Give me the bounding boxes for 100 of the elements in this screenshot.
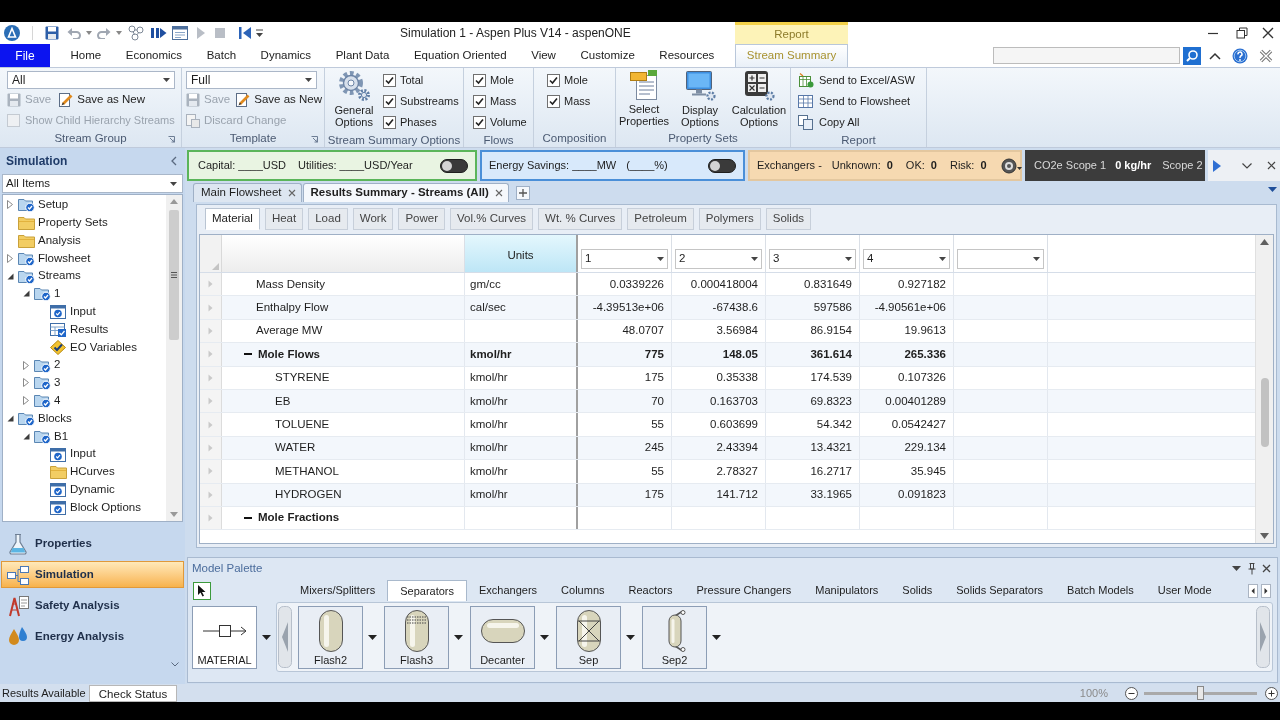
display-options-button[interactable]: Display Options bbox=[672, 68, 728, 131]
document-tab[interactable]: Main Flowsheet bbox=[193, 183, 302, 202]
caret-icon[interactable] bbox=[939, 257, 946, 261]
ribbon-tab[interactable]: Home bbox=[66, 44, 106, 67]
stream-group-dropdown[interactable]: All bbox=[7, 71, 175, 89]
restore-icon[interactable] bbox=[1236, 27, 1248, 39]
ribbon-tab[interactable]: Customize bbox=[576, 44, 639, 67]
toggle-switch[interactable] bbox=[440, 158, 468, 173]
customize-caret-icon[interactable] bbox=[256, 29, 263, 37]
pin-icon[interactable] bbox=[1248, 562, 1256, 575]
scrollbar-thumb[interactable] bbox=[169, 210, 179, 340]
caret-down-icon[interactable] bbox=[6, 272, 14, 280]
close-icon[interactable] bbox=[1267, 161, 1276, 170]
caret-down-icon[interactable] bbox=[6, 414, 14, 422]
chevron-down-icon[interactable] bbox=[171, 662, 179, 667]
ribbon-tab[interactable]: Dynamics bbox=[256, 44, 316, 67]
tree-item[interactable]: 4 bbox=[54, 392, 61, 410]
caret-icon[interactable] bbox=[163, 78, 170, 82]
save-icon[interactable] bbox=[45, 26, 59, 40]
collapse-panel-icon[interactable] bbox=[170, 156, 177, 166]
palette-tab[interactable]: Mixers/Splitters bbox=[288, 580, 388, 601]
pointer-icon[interactable] bbox=[193, 582, 211, 600]
caret-icon[interactable] bbox=[626, 634, 635, 640]
tree-item[interactable]: 3 bbox=[54, 374, 61, 392]
result-tab[interactable]: Vol.% Curves bbox=[450, 208, 534, 230]
palette-item[interactable]: Decanter bbox=[470, 605, 535, 669]
caret-right-icon[interactable] bbox=[23, 378, 29, 388]
slider-thumb[interactable] bbox=[1197, 685, 1204, 700]
caret-icon[interactable] bbox=[751, 257, 758, 261]
caret-icon[interactable] bbox=[170, 181, 177, 186]
stream-dropdown[interactable]: 3 bbox=[769, 249, 856, 269]
tree-item[interactable]: Blocks bbox=[38, 409, 72, 428]
close-tab-icon[interactable] bbox=[287, 189, 296, 197]
caret-icon[interactable] bbox=[540, 634, 549, 640]
checkbox[interactable] bbox=[473, 116, 486, 129]
step-icon[interactable] bbox=[150, 25, 167, 41]
palette-item[interactable]: Sep bbox=[556, 605, 621, 669]
scroll-right-icon[interactable] bbox=[1213, 159, 1221, 172]
network-icon[interactable] bbox=[128, 25, 144, 41]
document-tab[interactable]: Results Summary - Streams (All) bbox=[302, 183, 509, 202]
app-logo-icon[interactable] bbox=[4, 25, 20, 41]
ribbon-tab[interactable]: Economics bbox=[121, 44, 187, 67]
caret-icon[interactable] bbox=[712, 634, 721, 640]
result-tab[interactable]: Petroleum bbox=[627, 208, 694, 230]
save-as-new-button[interactable]: Save as New bbox=[236, 90, 322, 109]
tree-item[interactable]: 2 bbox=[54, 356, 61, 374]
reset-icon[interactable] bbox=[239, 26, 251, 40]
scroll-left-icon[interactable] bbox=[1248, 584, 1258, 598]
chevron-down-icon[interactable] bbox=[1242, 162, 1252, 169]
checkbox[interactable] bbox=[547, 74, 560, 87]
palette-tab[interactable]: Solids bbox=[890, 580, 945, 601]
dialog-launcher-icon[interactable] bbox=[168, 136, 175, 143]
tree-item[interactable]: EO Variables bbox=[70, 338, 137, 356]
check-status-button[interactable]: Check Status bbox=[89, 685, 177, 702]
close-tab-icon[interactable] bbox=[494, 189, 503, 197]
caret-right-icon[interactable] bbox=[7, 253, 13, 263]
palette-tab[interactable]: Columns bbox=[549, 580, 617, 601]
palette-tab[interactable]: Exchangers bbox=[467, 580, 550, 601]
tab-list-caret-icon[interactable] bbox=[1268, 187, 1277, 192]
caret-icon[interactable] bbox=[657, 257, 664, 261]
palette-tab[interactable]: Batch Models bbox=[1055, 580, 1146, 601]
palette-item[interactable]: Flash3 bbox=[384, 605, 449, 669]
zoom-out-icon[interactable] bbox=[1125, 686, 1138, 700]
result-tab[interactable]: Heat bbox=[264, 208, 304, 230]
gauge-dropdown-icon[interactable] bbox=[1000, 157, 1023, 174]
stream-dropdown[interactable]: 1 bbox=[581, 249, 668, 269]
select-properties-button[interactable]: Select Properties bbox=[616, 68, 672, 131]
result-tab[interactable]: Load bbox=[308, 208, 348, 230]
checkbox[interactable] bbox=[473, 74, 486, 87]
tree-item[interactable]: Dynamic bbox=[70, 481, 115, 499]
tree-item[interactable]: Input bbox=[70, 303, 96, 321]
tree-item[interactable]: Block Options bbox=[70, 498, 141, 517]
search-button[interactable] bbox=[1183, 46, 1201, 65]
stream-dropdown[interactable]: 4 bbox=[863, 249, 950, 269]
result-tab[interactable]: Work bbox=[352, 208, 394, 230]
palette-tab[interactable]: User Mode bbox=[1145, 580, 1224, 601]
caret-icon[interactable] bbox=[454, 634, 463, 640]
dialog-launcher-icon[interactable] bbox=[311, 136, 318, 143]
stream-dropdown[interactable]: 2 bbox=[675, 249, 762, 269]
caret-icon[interactable] bbox=[1033, 257, 1040, 261]
ribbon-tab[interactable]: View bbox=[527, 44, 560, 67]
tree-item[interactable]: Streams bbox=[38, 267, 81, 285]
palette-tab[interactable]: Separators bbox=[387, 580, 467, 601]
checkbox[interactable] bbox=[383, 116, 396, 129]
scroll-right-icon[interactable] bbox=[1261, 584, 1271, 598]
file-tab[interactable]: File bbox=[0, 44, 50, 67]
zoom-in-icon[interactable] bbox=[1265, 686, 1278, 700]
tree-item[interactable]: Property Sets bbox=[38, 214, 108, 232]
palette-tab[interactable]: Reactors bbox=[616, 580, 685, 601]
nav-button[interactable]: Energy Analysis bbox=[1, 623, 184, 650]
search-field[interactable] bbox=[993, 47, 1180, 64]
tree-item[interactable]: HCurves bbox=[70, 463, 115, 481]
caret-right-icon[interactable] bbox=[23, 360, 29, 370]
template-dropdown[interactable]: Full bbox=[186, 71, 317, 89]
form-icon[interactable] bbox=[172, 26, 188, 40]
ribbon-tab[interactable]: Batch bbox=[202, 44, 241, 67]
caret-down-icon[interactable] bbox=[1232, 566, 1241, 571]
ribbon-tab[interactable]: Plant Data bbox=[331, 44, 394, 67]
close-icon[interactable] bbox=[1262, 564, 1271, 573]
checkbox[interactable] bbox=[473, 95, 486, 108]
